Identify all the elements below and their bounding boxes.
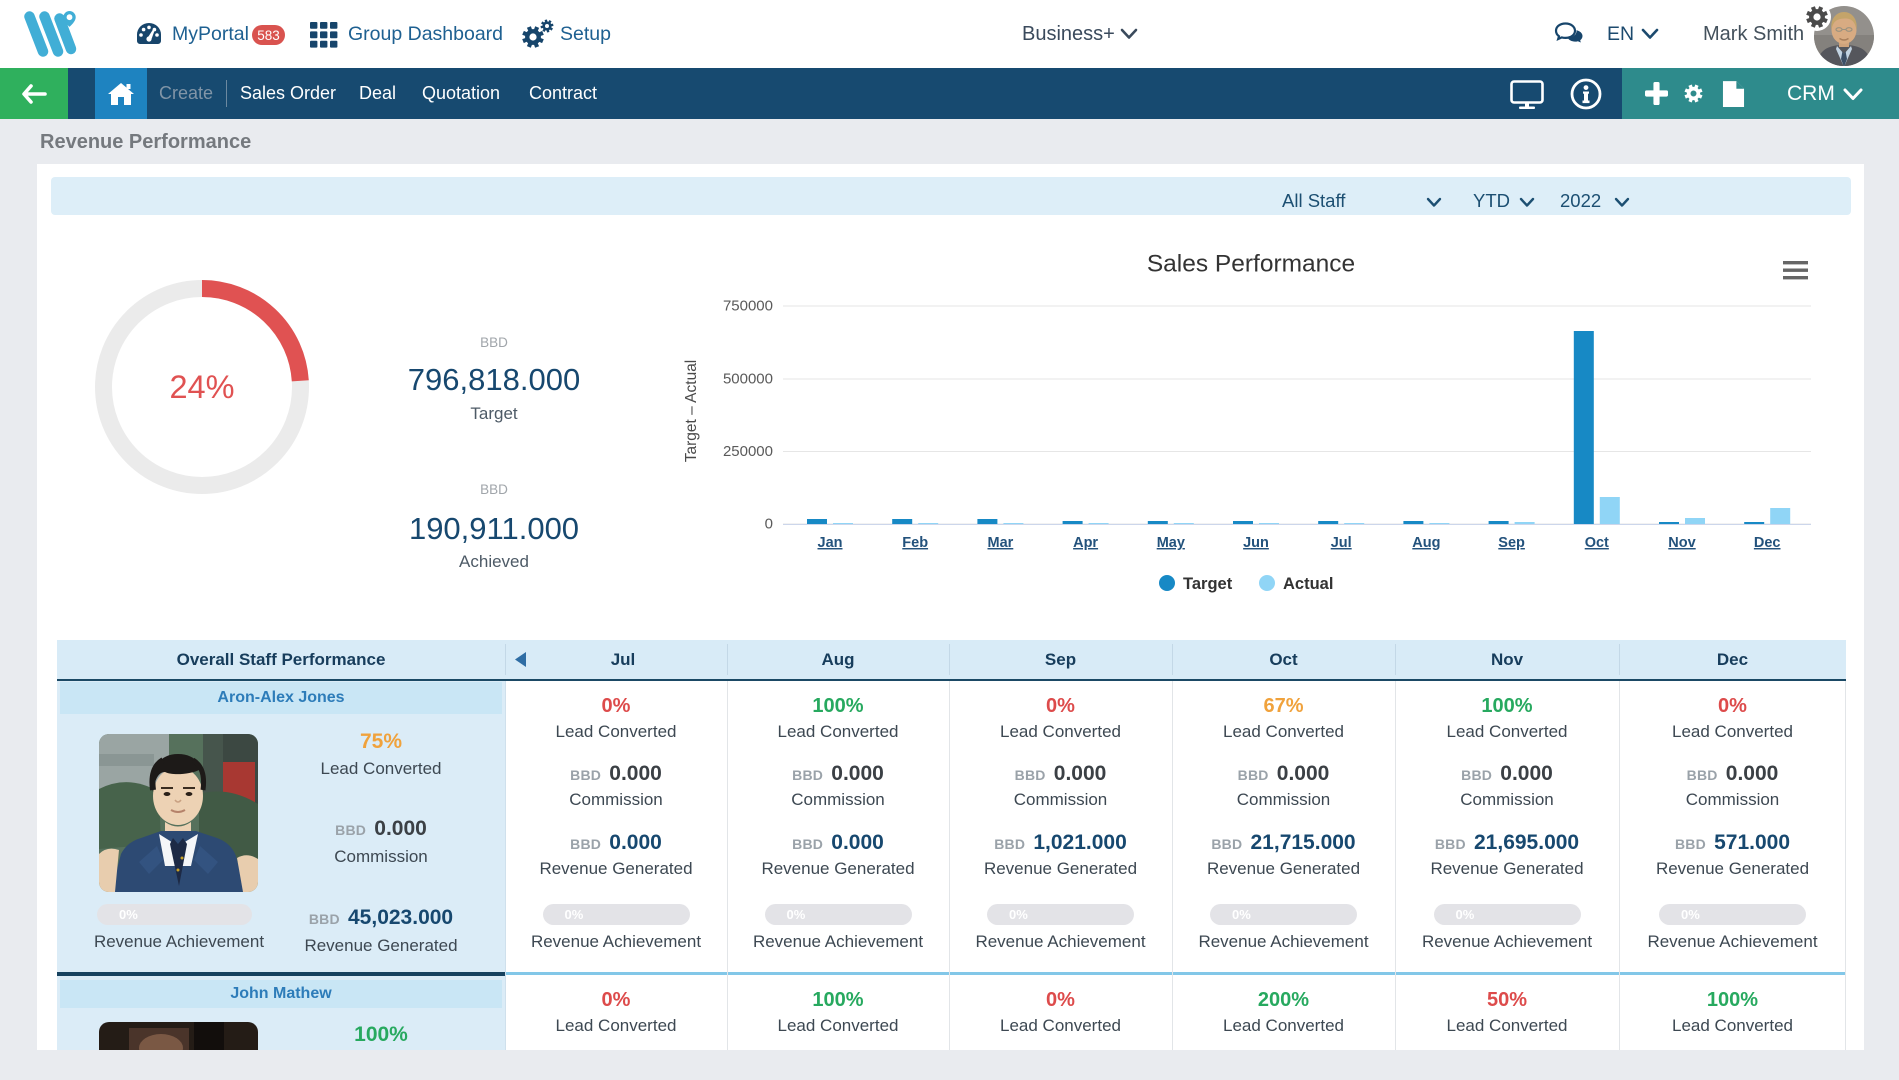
svg-text:Nov: Nov — [1668, 535, 1695, 551]
svg-text:Aug: Aug — [1412, 535, 1440, 551]
svg-text:Apr: Apr — [1073, 535, 1098, 551]
svg-text:May: May — [1157, 535, 1185, 551]
svg-text:Jul: Jul — [1331, 535, 1352, 551]
svg-text:Mar: Mar — [988, 535, 1014, 551]
svg-text:Target: Target — [1183, 575, 1233, 593]
svg-text:24%: 24% — [169, 369, 234, 405]
svg-text:Oct: Oct — [1585, 535, 1609, 551]
svg-text:Target – Actual: Target – Actual — [683, 360, 700, 463]
svg-text:0: 0 — [765, 516, 773, 533]
svg-text:Jan: Jan — [818, 535, 843, 551]
svg-text:Dec: Dec — [1754, 535, 1781, 551]
svg-text:500000: 500000 — [723, 371, 773, 388]
svg-text:250000: 250000 — [723, 443, 773, 460]
svg-text:Jun: Jun — [1243, 535, 1269, 551]
svg-text:Sales Performance: Sales Performance — [1147, 251, 1355, 278]
svg-text:Actual: Actual — [1283, 575, 1333, 593]
svg-text:Sep: Sep — [1498, 535, 1525, 551]
svg-text:Feb: Feb — [902, 535, 928, 551]
svg-text:750000: 750000 — [723, 298, 773, 315]
